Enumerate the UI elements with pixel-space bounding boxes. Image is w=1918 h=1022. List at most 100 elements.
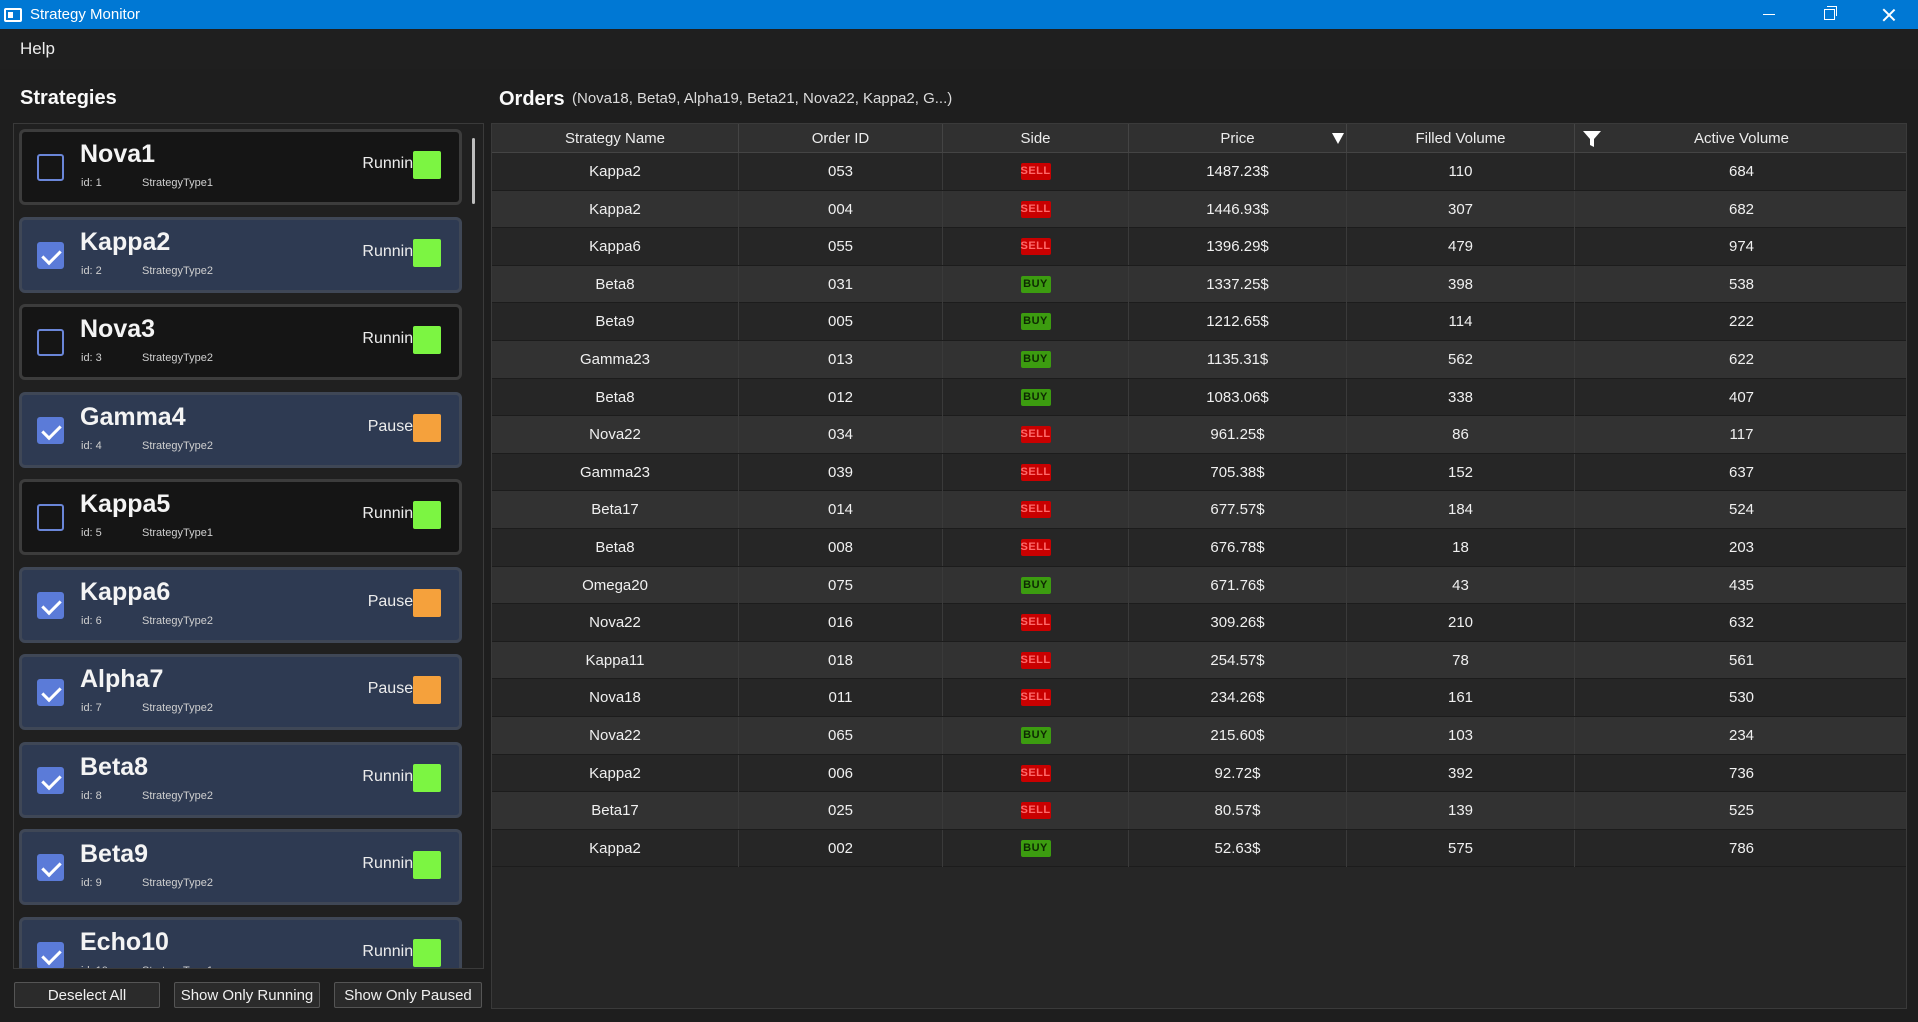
- restore-button[interactable]: [1800, 0, 1858, 29]
- header-col-filled-volume[interactable]: Filled Volume: [1347, 124, 1575, 153]
- minimize-icon: [1763, 13, 1775, 16]
- strategy-type: StrategyType2: [142, 352, 213, 364]
- cell-price: 1446.93$: [1129, 190, 1347, 228]
- cell-active: 525: [1728, 802, 1755, 820]
- strategy-type: StrategyType2: [142, 264, 213, 277]
- strategy-type: StrategyType2: [142, 789, 213, 802]
- table-row[interactable]: Beta17 014 SELL 677.57$ 184 524: [492, 491, 1906, 529]
- deselect-all-button[interactable]: Deselect All: [14, 982, 160, 1008]
- close-button[interactable]: [1860, 0, 1918, 29]
- table-row[interactable]: Gamma23 013 BUY 1135.31$ 562 622: [492, 341, 1906, 379]
- strategy-name: Kappa2: [80, 227, 171, 256]
- table-row[interactable]: Beta8 031 BUY 1337.25$ 398 538: [492, 265, 1906, 304]
- strategy-card[interactable]: Nova3 id: 3 StrategyType2 Running: [19, 304, 462, 380]
- table-row[interactable]: Omega20 075 BUY 671.76$ 43 435: [492, 566, 1906, 605]
- strategy-checkbox[interactable]: [37, 591, 64, 619]
- header-col-strategy-name[interactable]: Strategy Name: [492, 124, 739, 153]
- side-badge: BUY: [1020, 576, 1051, 594]
- strategy-list[interactable]: Nova1 id: 1 StrategyType1 Running Kappa2 id: …: [13, 123, 484, 969]
- table-row[interactable]: Nova22 016 SELL 309.26$ 210 632: [492, 604, 1906, 642]
- table-row[interactable]: Nova22 065 BUY 215.60$ 103 234: [492, 717, 1906, 755]
- table-row[interactable]: Kappa2 053 SELL 1487.23$ 110 684: [492, 153, 1906, 191]
- cell-strategy: Beta17: [492, 792, 739, 830]
- strategy-checkbox[interactable]: [37, 416, 64, 444]
- status-indicator: [413, 938, 441, 967]
- strategy-card[interactable]: Gamma4 id: 4 StrategyType2 Paused: [19, 391, 462, 468]
- strategy-checkbox[interactable]: [37, 504, 64, 531]
- cell-price: 215.60$: [1129, 717, 1347, 754]
- cell-active: 561: [1728, 651, 1755, 669]
- strategy-checkbox[interactable]: [37, 154, 64, 181]
- header-col-active-volume[interactable]: Active Volume: [1575, 124, 1906, 153]
- strategy-card[interactable]: Nova1 id: 1 StrategyType1 Running: [19, 129, 462, 205]
- close-icon: [1882, 8, 1896, 22]
- header-col-side[interactable]: Side: [943, 124, 1129, 153]
- strategies-heading: Strategies: [20, 87, 117, 109]
- cell-price: 254.57$: [1129, 641, 1347, 679]
- cell-active: 203: [1728, 539, 1755, 556]
- cell-price: 1135.31$: [1129, 341, 1347, 378]
- table-row[interactable]: Beta17 025 SELL 80.57$ 139 525: [492, 792, 1906, 830]
- table-row[interactable]: Kappa2 006 SELL 92.72$ 392 736: [492, 754, 1906, 793]
- menu-bar: Help: [0, 29, 1918, 69]
- strategy-checkbox[interactable]: [37, 241, 64, 269]
- status-indicator: [413, 763, 441, 792]
- strategy-id: id: 6: [81, 614, 102, 627]
- cell-price: 234.26$: [1129, 679, 1347, 717]
- minimize-button[interactable]: [1740, 0, 1798, 29]
- strategy-card[interactable]: Echo10 id: 10 StrategyType1 Running: [19, 916, 462, 968]
- orders-table-header: Active Volume Filled Volume Price Side Order…: [492, 124, 1906, 153]
- strategy-type: StrategyType1: [142, 177, 213, 189]
- cell-filled: 103: [1347, 717, 1575, 754]
- strategy-card[interactable]: Kappa5 id: 5 StrategyType1 Running: [19, 479, 462, 555]
- status-indicator: [413, 676, 441, 704]
- table-row[interactable]: Kappa2 004 SELL 1446.93$ 307 682: [492, 190, 1906, 229]
- status-indicator: [413, 851, 441, 879]
- side-badge: SELL: [1020, 764, 1051, 782]
- orders-table: Active Volume Filled Volume Price Side Order…: [491, 123, 1907, 1009]
- strategy-card[interactable]: Alpha7 id: 7 StrategyType2 Paused: [19, 654, 462, 730]
- table-row[interactable]: Beta8 012 BUY 1083.06$ 338 407: [492, 378, 1906, 417]
- strategy-id: id: 5: [81, 527, 102, 539]
- strategy-card[interactable]: Kappa6 id: 6 StrategyType2 Paused: [19, 566, 462, 643]
- sort-descending-icon[interactable]: [1332, 133, 1344, 144]
- filter-icon[interactable]: [1582, 129, 1602, 149]
- side-badge: SELL: [1020, 689, 1051, 707]
- menu-help[interactable]: Help: [20, 39, 55, 59]
- strategy-id: id: 9: [81, 877, 102, 889]
- table-row[interactable]: Kappa2 002 BUY 52.63$ 575 786: [492, 829, 1906, 868]
- cell-side: SELL: [943, 679, 1129, 717]
- cell-filled: 18: [1347, 529, 1575, 566]
- strategy-checkbox[interactable]: [37, 679, 64, 706]
- side-badge: BUY: [1020, 275, 1051, 293]
- table-row[interactable]: Beta8 008 SELL 676.78$ 18 203: [492, 529, 1906, 567]
- header-col-order-id[interactable]: Order ID: [739, 124, 943, 153]
- table-row[interactable]: Beta9 005 BUY 1212.65$ 114 222: [492, 303, 1906, 341]
- show-only-running-button[interactable]: Show Only Running: [174, 982, 320, 1008]
- show-only-paused-button[interactable]: Show Only Paused: [334, 982, 482, 1008]
- strategy-card[interactable]: Kappa2 id: 2 StrategyType2 Running: [19, 216, 462, 293]
- table-row[interactable]: Kappa6 055 SELL 1396.29$ 479 974: [492, 228, 1906, 266]
- table-row[interactable]: Nova18 011 SELL 234.26$ 161 530: [492, 679, 1906, 717]
- strategy-checkbox[interactable]: [37, 941, 64, 968]
- table-row[interactable]: Kappa11 018 SELL 254.57$ 78 561: [492, 641, 1906, 680]
- cell-side: BUY: [943, 829, 1129, 867]
- strategy-checkbox[interactable]: [37, 329, 64, 356]
- strategy-status: Running: [362, 942, 422, 960]
- cell-order-id: 018: [739, 641, 943, 679]
- strategy-card[interactable]: Beta8 id: 8 StrategyType2 Running: [19, 741, 462, 818]
- cell-active: 435: [1728, 576, 1755, 594]
- strategy-checkbox[interactable]: [37, 766, 64, 794]
- strategy-checkbox[interactable]: [37, 854, 64, 881]
- table-row[interactable]: Nova22 034 SELL 961.25$ 86 117: [492, 416, 1906, 454]
- table-row[interactable]: Gamma23 039 SELL 705.38$ 152 637: [492, 453, 1906, 492]
- header-col-price[interactable]: Price: [1129, 124, 1347, 153]
- strategy-list-scrollbar[interactable]: [472, 138, 475, 204]
- strategy-name: Kappa6: [80, 577, 171, 606]
- strategy-card[interactable]: Beta9 id: 9 StrategyType2 Running: [19, 829, 462, 905]
- strategy-id: id: 1: [81, 177, 102, 189]
- strategy-type: StrategyType2: [142, 877, 213, 889]
- cell-order-id: 053: [739, 153, 943, 190]
- side-badge: SELL: [1020, 614, 1051, 632]
- side-badge: SELL: [1020, 163, 1051, 180]
